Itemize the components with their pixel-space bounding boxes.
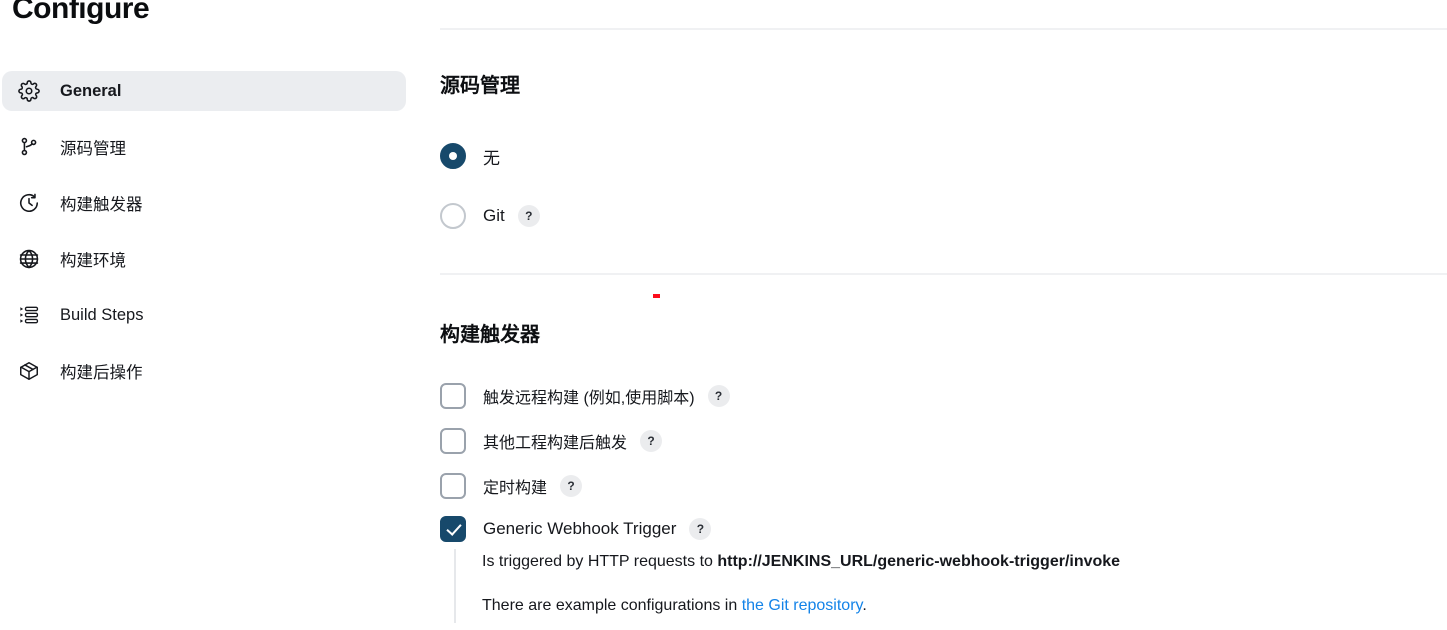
sidebar-item-build-steps[interactable]: Build Steps <box>2 295 406 335</box>
trigger-scheduled-build[interactable]: 定时构建 ? <box>440 473 583 499</box>
sidebar: Configure General 源码管理 构建触发器 构建环境 Build … <box>0 0 420 630</box>
divider-top <box>440 28 1447 30</box>
help-icon[interactable]: ? <box>517 205 540 227</box>
radio-git[interactable] <box>440 203 466 229</box>
sidebar-item-label: 构建触发器 <box>60 196 143 214</box>
scm-option-label: 无 <box>483 148 500 168</box>
sidebar-nav: General 源码管理 构建触发器 构建环境 Build Steps 构建后操… <box>2 71 406 407</box>
checkbox-generic-webhook[interactable] <box>440 516 466 542</box>
help-icon[interactable]: ? <box>560 475 583 497</box>
webhook-url-prefix: Is triggered by HTTP requests to <box>482 553 718 570</box>
sidebar-item-label: 构建环境 <box>60 252 126 270</box>
sidebar-item-label: 源码管理 <box>60 140 126 158</box>
webhook-examples-suffix: . <box>862 597 867 614</box>
trigger-after-other-projects[interactable]: 其他工程构建后触发 ? <box>440 428 663 454</box>
sidebar-item-label: General <box>60 81 122 100</box>
red-marker <box>653 294 660 298</box>
webhook-examples-prefix: There are example configurations in <box>482 597 742 614</box>
help-icon[interactable]: ? <box>707 385 730 407</box>
git-repository-link[interactable]: the Git repository <box>742 597 863 614</box>
checkbox-scheduled-build[interactable] <box>440 473 466 499</box>
main-content: 源码管理 无 Git ? 构建触发器 触发远程构建 (例如,使用脚本) ? 其他… <box>420 0 1447 630</box>
help-icon[interactable]: ? <box>640 430 663 452</box>
trigger-option-label: 其他工程构建后触发 <box>483 435 628 452</box>
trigger-option-label: 定时构建 <box>483 480 548 497</box>
sidebar-item-general[interactable]: General <box>2 71 406 111</box>
list-steps-icon <box>16 302 42 328</box>
triggers-section-heading: 构建触发器 <box>440 324 540 346</box>
globe-icon <box>16 246 42 272</box>
sidebar-item-scm[interactable]: 源码管理 <box>2 127 406 167</box>
webhook-url-line: Is triggered by HTTP requests to http://… <box>482 551 1120 573</box>
sidebar-item-label: 构建后操作 <box>60 364 143 382</box>
scm-option-label: Git <box>483 206 505 225</box>
package-icon <box>16 358 42 384</box>
trigger-generic-webhook[interactable]: Generic Webhook Trigger ? <box>440 516 712 542</box>
sidebar-item-label: Build Steps <box>60 305 144 324</box>
radio-none[interactable] <box>440 143 466 169</box>
git-branch-icon <box>16 134 42 160</box>
divider-middle <box>440 273 1447 275</box>
webhook-url-value: http://JENKINS_URL/generic-webhook-trigg… <box>717 553 1121 570</box>
gear-icon <box>16 78 42 104</box>
sidebar-item-build-environment[interactable]: 构建环境 <box>2 239 406 279</box>
help-icon[interactable]: ? <box>689 518 712 540</box>
scm-option-git[interactable]: Git ? <box>440 203 540 229</box>
scm-section-heading: 源码管理 <box>440 75 520 97</box>
trigger-option-label: Generic Webhook Trigger <box>483 519 677 538</box>
scm-option-none[interactable]: 无 <box>440 143 500 169</box>
webhook-info-block: Is triggered by HTTP requests to http://… <box>454 549 1120 623</box>
sidebar-item-build-triggers[interactable]: 构建触发器 <box>2 183 406 223</box>
clock-icon <box>16 190 42 216</box>
trigger-option-label: 触发远程构建 (例如,使用脚本) <box>483 390 695 407</box>
checkbox-after-other-projects[interactable] <box>440 428 466 454</box>
webhook-examples-line: There are example configurations in the … <box>482 595 1120 617</box>
trigger-remote-build[interactable]: 触发远程构建 (例如,使用脚本) ? <box>440 383 730 409</box>
page-title: Configure <box>12 0 150 25</box>
sidebar-item-post-build-actions[interactable]: 构建后操作 <box>2 351 406 391</box>
checkbox-remote-build[interactable] <box>440 383 466 409</box>
configure-page: Configure General 源码管理 构建触发器 构建环境 Build … <box>0 0 1447 630</box>
